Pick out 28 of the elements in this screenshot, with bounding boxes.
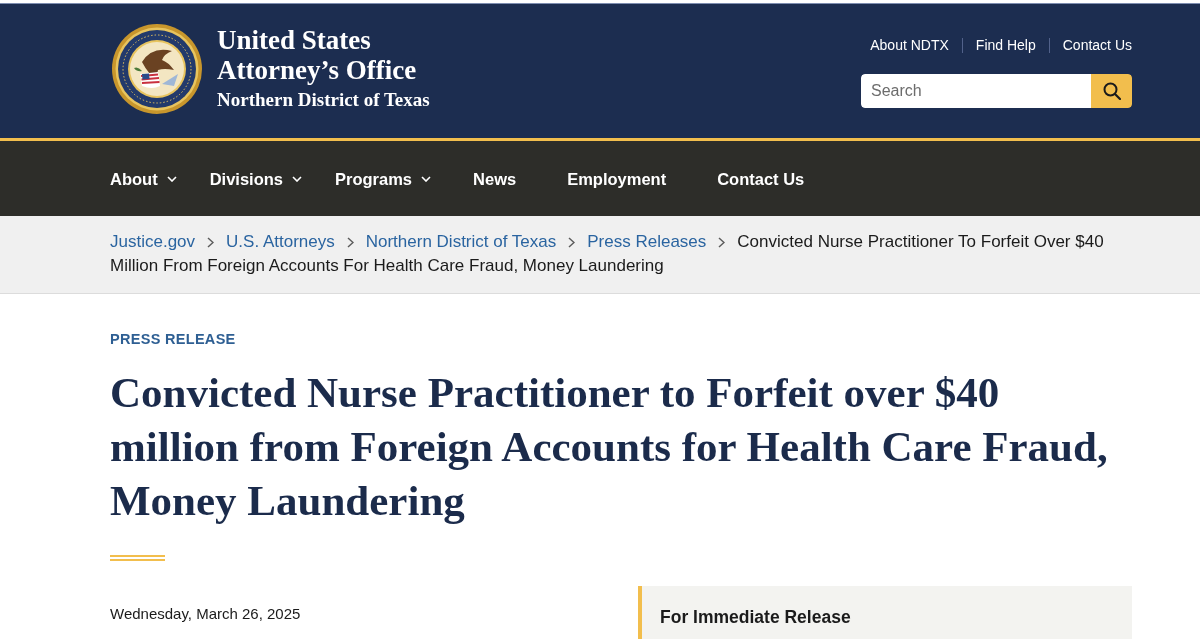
search-button[interactable] [1091,74,1132,108]
utility-link[interactable]: Find Help [975,36,1036,54]
breadcrumb-trail: Justice.gov U.S. Attorneys Northern District of Texas Press Releases Convicted Nurse Practitioner To Forfeit Over $40 Million From Foreign Accounts For Health Care Fraud, Money Laundering [110,231,1105,277]
site-subtitle[interactable]: Northern District of Texas [217,88,447,112]
nav-link[interactable]: Contact Us [717,167,805,190]
panel-heading: For Immediate Release [660,606,852,629]
seal-icon [112,23,202,114]
nav-link[interactable]: Divisions [209,167,302,190]
search-field[interactable]: Search [861,74,1091,108]
chevron-right-icon [718,237,726,248]
chevron-right-icon [207,237,215,248]
nav-link[interactable]: News [473,167,517,190]
release-date: Wednesday, March 26, 2025 [110,604,302,624]
article-label: PRESS RELEASE [110,330,237,349]
breadcrumb-link[interactable]: Press Releases [587,232,707,251]
breadcrumb-link[interactable]: Justice.gov [110,232,196,251]
utility-link[interactable]: Contact Us [1062,36,1132,54]
breadcrumb-link[interactable]: U.S. Attorneys [226,232,335,251]
nav-link[interactable]: Employment [567,167,667,190]
breadcrumb-link[interactable]: Northern District of Texas [365,232,557,251]
site-title[interactable]: United States Attorney’s Office [217,25,447,85]
article-title: Convicted Nurse Practitioner to Forfeit over $40 million from Foreign Accounts for Health Care Fraud, Money Laundering [110,368,1109,526]
chevron-right-icon [346,237,354,248]
nav-link[interactable]: Programs [335,167,432,190]
chevron-right-icon [568,237,576,248]
nav-link[interactable]: About [110,167,177,190]
search-icon [1102,82,1121,100]
utility-link[interactable]: About NDTX [870,36,949,54]
